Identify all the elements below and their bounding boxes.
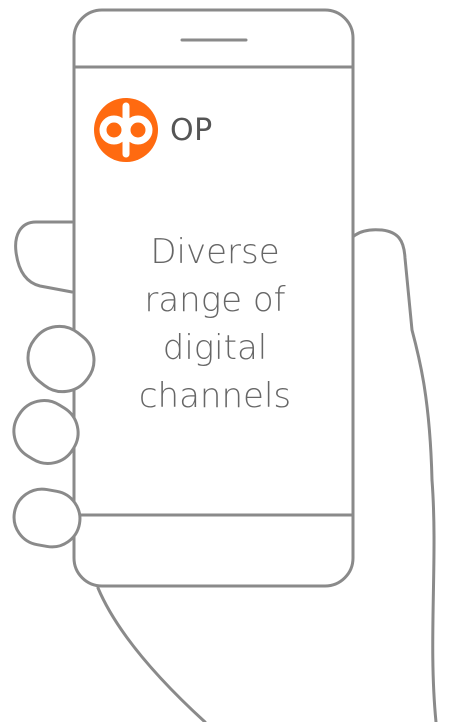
headline-line: digital — [162, 328, 268, 368]
screen-headline: Diverse range of digital channels — [100, 228, 330, 420]
thumb-outline — [343, 228, 434, 482]
op-logo-icon — [94, 98, 158, 162]
finger-top-outline — [14, 220, 74, 294]
headline-line: Diverse — [150, 232, 280, 272]
headline-line: channels — [138, 376, 292, 416]
palm-outline — [96, 586, 207, 722]
wrist-right-outline — [430, 478, 438, 722]
brand-name: OP — [170, 113, 213, 148]
headline-line: range of — [144, 280, 286, 320]
